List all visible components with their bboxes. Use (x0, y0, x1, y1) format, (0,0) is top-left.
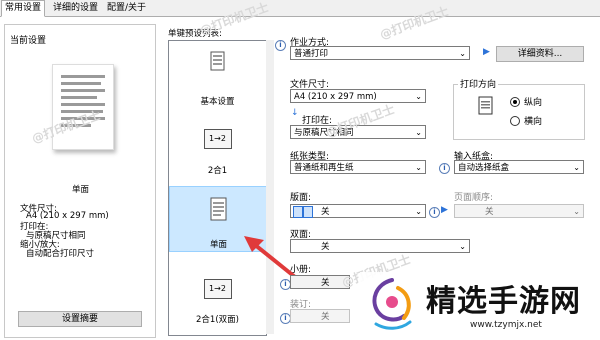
preset-list-title: 单键预设列表: (168, 29, 222, 39)
portrait-label: 纵向 (524, 98, 543, 108)
two-in-one-duplex-icon: 1→2 (203, 279, 232, 299)
tab-config-about[interactable]: 配置/关于 (104, 1, 149, 15)
tab-detailed-settings[interactable]: 详细的设置 (50, 1, 101, 15)
tab-bar: 常用设置 详细的设置 配置/关于 (0, 0, 600, 17)
preset-list-scrollbar[interactable] (266, 40, 274, 334)
info-icon: i (429, 207, 440, 218)
preset-label: 2合1 (207, 166, 228, 176)
info-icon: i (275, 40, 286, 51)
info-scaling-value: 自动配合打印尺寸 (26, 249, 95, 259)
page-preview (52, 64, 114, 150)
landscape-label: 横向 (524, 117, 543, 127)
orientation-group (453, 84, 585, 140)
single-sided-icon (210, 197, 226, 221)
preset-label: 2合1(双面) (196, 315, 239, 325)
staple-select[interactable]: 关 (290, 309, 350, 323)
duplex-select[interactable]: 关 ⌄ (290, 239, 470, 253)
layout-page-icon (303, 206, 313, 218)
preset-label: 基本设置 (200, 97, 235, 107)
single-page-icon (210, 51, 224, 71)
preset-item-basic[interactable]: 基本设置 (169, 45, 266, 109)
page-order-label: 页面顺序: (454, 193, 494, 203)
info-icon: i (439, 163, 450, 174)
layout-label: 版面: (290, 193, 312, 203)
settings-summary-button[interactable]: 设置摘要 (18, 311, 142, 327)
two-in-one-icon: 1→2 (203, 129, 232, 149)
print-on-arrow-icon: ↓ (291, 108, 299, 118)
preview-sheet-label: 单面 (72, 185, 90, 195)
preset-list[interactable]: 基本设置 1→2 2合1 单面 1→2 2合1(双面) (168, 40, 267, 336)
details-button[interactable]: 详细资料... (496, 46, 584, 62)
brand-url: www.tzymjx.net (470, 320, 542, 330)
paper-size-select[interactable]: A4 (210 x 297 mm) ⌄ (290, 89, 426, 103)
portrait-radio[interactable] (510, 97, 520, 107)
landscape-radio[interactable] (510, 116, 520, 126)
preset-item-2in1[interactable]: 1→2 2合1 (169, 121, 266, 181)
paper-type-select[interactable]: 普通纸和再生纸 ⌄ (290, 160, 426, 174)
orientation-title: 打印方向 (458, 77, 499, 90)
play-icon: ▶ (483, 47, 490, 57)
booklet-select[interactable]: 关 (290, 275, 350, 289)
page-order-select[interactable]: 关 ⌄ (454, 204, 584, 218)
portrait-page-icon (478, 96, 493, 115)
layout-page-icon (293, 206, 303, 218)
print-on-select[interactable]: 与原稿尺寸相同 ⌄ (290, 125, 426, 139)
job-mode-select[interactable]: 普通打印 ⌄ (290, 46, 470, 60)
booklet-label: 小册: (290, 265, 312, 275)
brand-logo-icon (372, 278, 412, 330)
play-icon: ▶ (441, 205, 448, 215)
brand-name: 精选手游网 (426, 284, 581, 319)
current-settings-title: 当前设置 (10, 36, 47, 46)
tab-common-settings[interactable]: 常用设置 (1, 0, 46, 17)
input-tray-select[interactable]: 自动选择纸盒 ⌄ (454, 160, 584, 174)
